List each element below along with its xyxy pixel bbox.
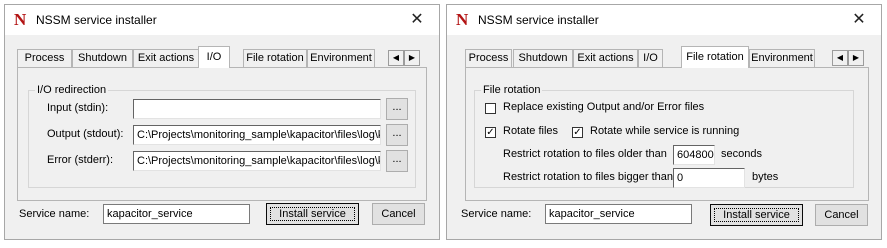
tab-io[interactable]: I/O [198,46,230,68]
tab-scroll-left-icon[interactable]: ◀ [832,50,848,66]
service-name-input[interactable]: kapacitor_service [103,204,250,224]
service-name-label: Service name: [461,208,532,220]
group-title: File rotation [481,84,543,96]
close-icon[interactable]: ✕ [395,5,439,35]
window-title: NSSM service installer [478,13,599,27]
install-service-label: Install service [279,208,346,220]
output-path-field[interactable]: C:\Projects\monitoring_sample\kapacitor\… [133,125,381,145]
cancel-button[interactable]: Cancel [815,204,868,226]
input-path-field[interactable] [133,99,381,119]
rotate-files-label: Rotate files [503,125,559,137]
bytes-unit-label: bytes [752,171,779,183]
replace-files-checkbox[interactable] [485,103,496,114]
seconds-unit-label: seconds [721,148,762,160]
tab-file-rotation[interactable]: File rotation [681,46,749,68]
tab-shutdown[interactable]: Shutdown [72,49,133,67]
cancel-button[interactable]: Cancel [372,203,425,225]
tab-io[interactable]: I/O [638,49,663,67]
nssm-window-io: N NSSM service installer ✕ Process Shutd… [4,4,440,240]
tab-panel-file-rotation: File rotation Replace existing Output an… [465,67,869,201]
input-browse-button[interactable]: ... [386,98,408,120]
output-browse-button[interactable]: ... [386,124,408,146]
tab-environment[interactable]: Environment [307,49,375,67]
tab-process[interactable]: Process [465,49,512,67]
install-service-button[interactable]: Install service [710,204,803,226]
rotate-online-checkbox[interactable]: ✓ [572,127,583,138]
tab-exit-actions[interactable]: Exit actions [133,49,199,67]
rotate-bytes-input[interactable]: 0 [673,168,745,188]
nssm-app-icon: N [14,10,27,29]
rotate-older-label: Restrict rotation to files older than [503,148,667,160]
title-bar[interactable]: N NSSM service installer ✕ [5,5,439,35]
nssm-window-file-rotation: N NSSM service installer ✕ Process Shutd… [446,4,882,240]
rotate-seconds-input[interactable]: 604800 [673,145,715,165]
tab-exit-actions[interactable]: Exit actions [573,49,638,67]
tab-process[interactable]: Process [17,49,72,67]
close-icon[interactable]: ✕ [837,5,881,35]
nssm-app-icon: N [456,10,469,29]
rotate-online-label: Rotate while service is running [590,125,740,137]
window-title: NSSM service installer [36,13,157,27]
tab-scroll-right-icon[interactable]: ▶ [848,50,864,66]
input-label: Input (stdin): [47,102,109,114]
title-bar[interactable]: N NSSM service installer ✕ [447,5,881,35]
tab-scroll-left-icon[interactable]: ◀ [388,50,404,66]
error-label: Error (stderr): [47,154,113,166]
service-name-input[interactable]: kapacitor_service [545,204,692,224]
output-label: Output (stdout): [47,128,124,140]
tab-shutdown[interactable]: Shutdown [513,49,573,67]
install-service-button[interactable]: Install service [266,203,359,225]
tab-environment[interactable]: Environment [749,49,815,67]
checkmark-icon: ✓ [486,127,495,138]
tab-scroll-right-icon[interactable]: ▶ [404,50,420,66]
tab-file-rotation[interactable]: File rotation [243,49,307,67]
service-name-label: Service name: [19,208,90,220]
replace-files-label: Replace existing Output and/or Error fil… [503,101,705,113]
group-title: I/O redirection [35,84,109,96]
rotate-files-checkbox[interactable]: ✓ [485,127,496,138]
error-path-field[interactable]: C:\Projects\monitoring_sample\kapacitor\… [133,151,381,171]
checkmark-icon: ✓ [573,127,582,138]
rotate-bigger-label: Restrict rotation to files bigger than [503,171,673,183]
error-browse-button[interactable]: ... [386,150,408,172]
tab-panel-io: I/O redirection Input (stdin): ... Outpu… [17,67,427,201]
install-service-label: Install service [723,209,790,221]
